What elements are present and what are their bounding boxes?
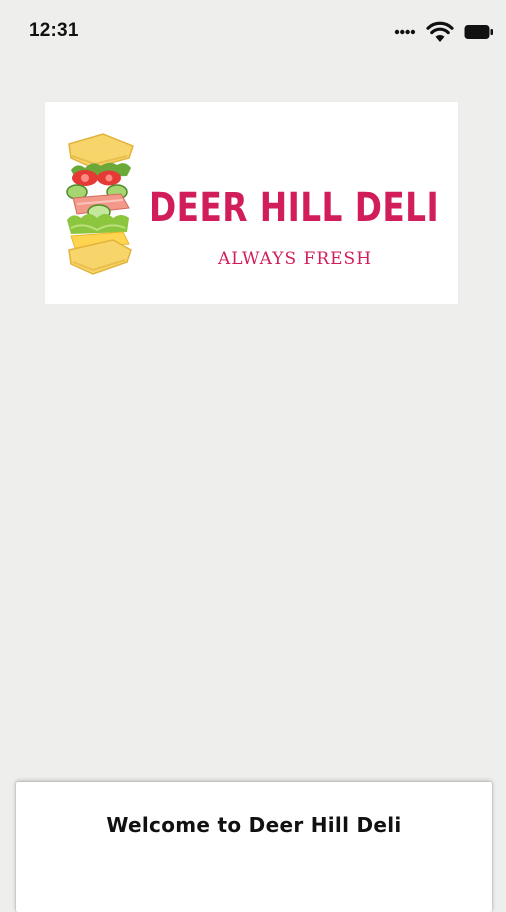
welcome-title: Welcome to Deer Hill Deli: [106, 813, 402, 837]
battery-icon: [464, 25, 493, 39]
brand-name: DEER HILL DELI: [149, 185, 440, 231]
signal-dots-icon: [394, 29, 416, 35]
status-bar: 12:31: [0, 0, 506, 64]
status-icons: [394, 20, 494, 44]
logo-card: DEER HILL DELI ALWAYS FRESH: [45, 102, 458, 304]
sandwich-icon: [66, 133, 134, 275]
welcome-sheet[interactable]: Welcome to Deer Hill Deli: [16, 782, 492, 912]
wifi-icon: [426, 21, 454, 42]
status-time: 12:31: [29, 20, 79, 41]
brand-tagline: ALWAYS FRESH: [217, 249, 373, 269]
